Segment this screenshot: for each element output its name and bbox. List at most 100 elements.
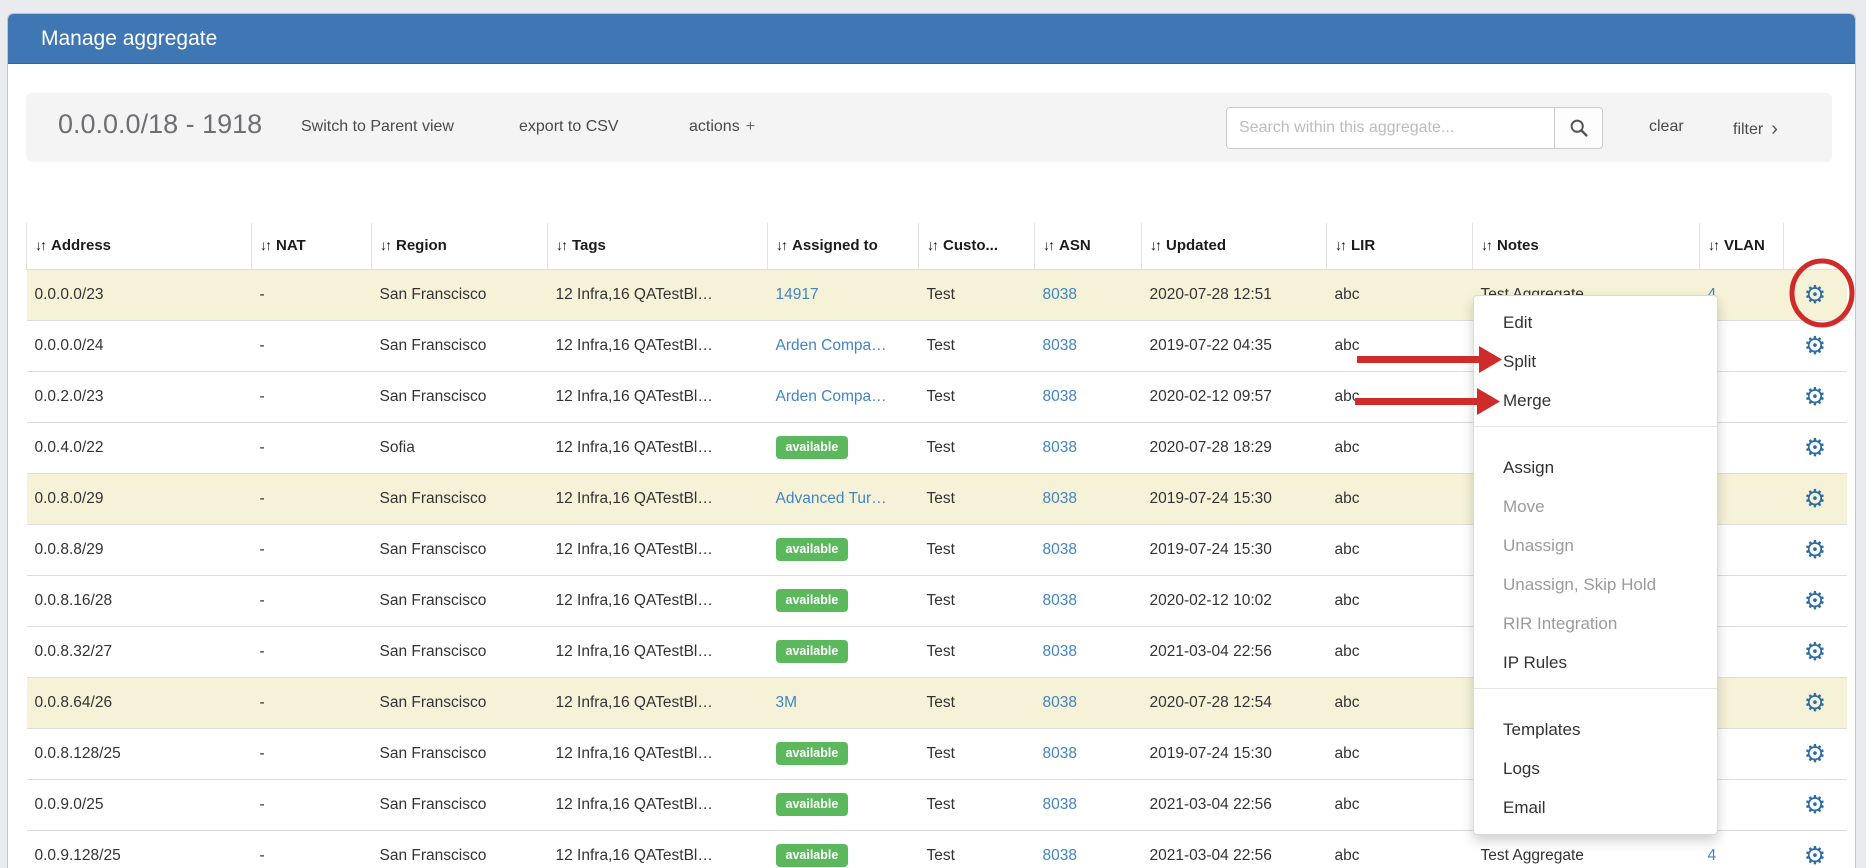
cell-asn: 8038 — [1035, 422, 1142, 473]
asn-link[interactable]: 8038 — [1043, 337, 1077, 354]
menu-item-logs[interactable]: Logs — [1474, 749, 1717, 788]
gear-icon[interactable]: ⚙ — [1804, 433, 1826, 462]
assigned-link[interactable]: Advanced Tur… — [776, 490, 887, 507]
gear-icon[interactable]: ⚙ — [1804, 688, 1826, 717]
cell-lir: abc — [1327, 830, 1473, 868]
cell-assigned: Advanced Tur… — [768, 473, 919, 524]
cell-customer: Test — [919, 779, 1035, 830]
gear-icon[interactable]: ⚙ — [1804, 280, 1826, 309]
menu-item-split[interactable]: Split — [1474, 342, 1717, 381]
menu-item-edit[interactable]: Edit — [1474, 303, 1717, 342]
menu-item-rir-integration: RIR Integration — [1474, 604, 1717, 643]
col-header-updated[interactable]: ↓↑Updated — [1142, 223, 1327, 269]
cell-asn: 8038 — [1035, 677, 1142, 728]
cell-nat: - — [252, 677, 372, 728]
col-header-assigned-to[interactable]: ↓↑Assigned to — [768, 223, 919, 269]
cell-tags: 12 Infra,16 QATestBl… — [548, 677, 768, 728]
cell-asn: 8038 — [1035, 371, 1142, 422]
asn-link[interactable]: 8038 — [1043, 439, 1077, 456]
plus-icon: + — [746, 118, 755, 135]
cell-tags: 12 Infra,16 QATestBl… — [548, 626, 768, 677]
cell-asn: 8038 — [1035, 269, 1142, 320]
actions-dropdown[interactable]: actions+ — [689, 118, 755, 136]
cell-address: 0.0.0.0/24 — [27, 320, 252, 371]
available-badge: available — [776, 742, 849, 765]
cell-nat: - — [252, 779, 372, 830]
sort-icon: ↓↑ — [1481, 237, 1491, 253]
cell-region: San Franscisco — [372, 575, 548, 626]
asn-link[interactable]: 8038 — [1043, 745, 1077, 762]
search-input[interactable] — [1226, 107, 1554, 149]
assigned-link[interactable]: 3M — [776, 694, 798, 711]
cell-updated: 2019-07-24 15:30 — [1142, 524, 1327, 575]
table-header-row: ↓↑Address ↓↑NAT ↓↑Region ↓↑Tags ↓↑Assign… — [27, 223, 1847, 269]
sort-icon: ↓↑ — [776, 237, 786, 253]
cell-customer: Test — [919, 473, 1035, 524]
gear-icon[interactable]: ⚙ — [1804, 331, 1826, 360]
asn-link[interactable]: 8038 — [1043, 796, 1077, 813]
cell-address: 0.0.2.0/23 — [27, 371, 252, 422]
cell-asn: 8038 — [1035, 320, 1142, 371]
gear-icon[interactable]: ⚙ — [1804, 841, 1826, 868]
asn-link[interactable]: 8038 — [1043, 541, 1077, 558]
assigned-link[interactable]: 14917 — [776, 286, 819, 303]
cell-nat: - — [252, 371, 372, 422]
col-header-nat[interactable]: ↓↑NAT — [252, 223, 372, 269]
cell-address: 0.0.8.64/26 — [27, 677, 252, 728]
asn-link[interactable]: 8038 — [1043, 388, 1077, 405]
asn-link[interactable]: 8038 — [1043, 643, 1077, 660]
clear-link[interactable]: clear — [1649, 118, 1684, 136]
asn-link[interactable]: 8038 — [1043, 286, 1077, 303]
available-badge: available — [776, 844, 849, 867]
menu-item-merge[interactable]: Merge — [1474, 381, 1717, 420]
gear-icon[interactable]: ⚙ — [1804, 739, 1826, 768]
gear-icon[interactable]: ⚙ — [1804, 586, 1826, 615]
gear-icon[interactable]: ⚙ — [1804, 382, 1826, 411]
assigned-link[interactable]: Arden Compa… — [776, 337, 887, 354]
asn-link[interactable]: 8038 — [1043, 847, 1077, 864]
col-header-lir[interactable]: ↓↑LIR — [1327, 223, 1473, 269]
cell-tags: 12 Infra,16 QATestBl… — [548, 269, 768, 320]
context-menu: Edit Split Merge Assign Move Unassign Un… — [1473, 295, 1718, 835]
cell-vlan: 4 — [1700, 830, 1784, 868]
cell-address: 0.0.0.0/23 — [27, 269, 252, 320]
menu-item-assign[interactable]: Assign — [1474, 448, 1717, 487]
cell-lir: abc — [1327, 575, 1473, 626]
assigned-link[interactable]: Arden Compa… — [776, 388, 887, 405]
menu-item-move: Move — [1474, 487, 1717, 526]
gear-icon[interactable]: ⚙ — [1804, 484, 1826, 513]
gear-icon[interactable]: ⚙ — [1804, 535, 1826, 564]
gear-icon[interactable]: ⚙ — [1804, 637, 1826, 666]
cell-notes: Test Aggregate — [1473, 830, 1700, 868]
asn-link[interactable]: 8038 — [1043, 592, 1077, 609]
menu-item-ip-rules[interactable]: IP Rules — [1474, 643, 1717, 682]
menu-item-email[interactable]: Email — [1474, 788, 1717, 827]
asn-link[interactable]: 8038 — [1043, 694, 1077, 711]
sort-icon: ↓↑ — [1708, 237, 1718, 253]
col-header-address[interactable]: ↓↑Address — [27, 223, 252, 269]
col-header-notes[interactable]: ↓↑Notes — [1473, 223, 1700, 269]
search-button[interactable] — [1554, 107, 1603, 149]
cell-address: 0.0.4.0/22 — [27, 422, 252, 473]
export-csv-link[interactable]: export to CSV — [519, 118, 619, 136]
col-header-customer[interactable]: ↓↑Custo... — [919, 223, 1035, 269]
cell-nat: - — [252, 269, 372, 320]
cell-tags: 12 Infra,16 QATestBl… — [548, 575, 768, 626]
filter-label: filter — [1733, 121, 1763, 138]
menu-item-templates[interactable]: Templates — [1474, 710, 1717, 749]
cell-customer: Test — [919, 677, 1035, 728]
asn-link[interactable]: 8038 — [1043, 490, 1077, 507]
gear-icon[interactable]: ⚙ — [1804, 790, 1826, 819]
vlan-link[interactable]: 4 — [1708, 847, 1717, 864]
cell-region: San Franscisco — [372, 320, 548, 371]
switch-parent-view-link[interactable]: Switch to Parent view — [301, 118, 454, 136]
col-header-tags[interactable]: ↓↑Tags — [548, 223, 768, 269]
col-header-region[interactable]: ↓↑Region — [372, 223, 548, 269]
cell-customer: Test — [919, 830, 1035, 868]
cell-nat: - — [252, 626, 372, 677]
filter-link[interactable]: filter› — [1733, 118, 1778, 141]
cell-nat: - — [252, 728, 372, 779]
col-header-asn[interactable]: ↓↑ASN — [1035, 223, 1142, 269]
cell-updated: 2020-02-12 10:02 — [1142, 575, 1327, 626]
col-header-vlan[interactable]: ↓↑VLAN — [1700, 223, 1784, 269]
